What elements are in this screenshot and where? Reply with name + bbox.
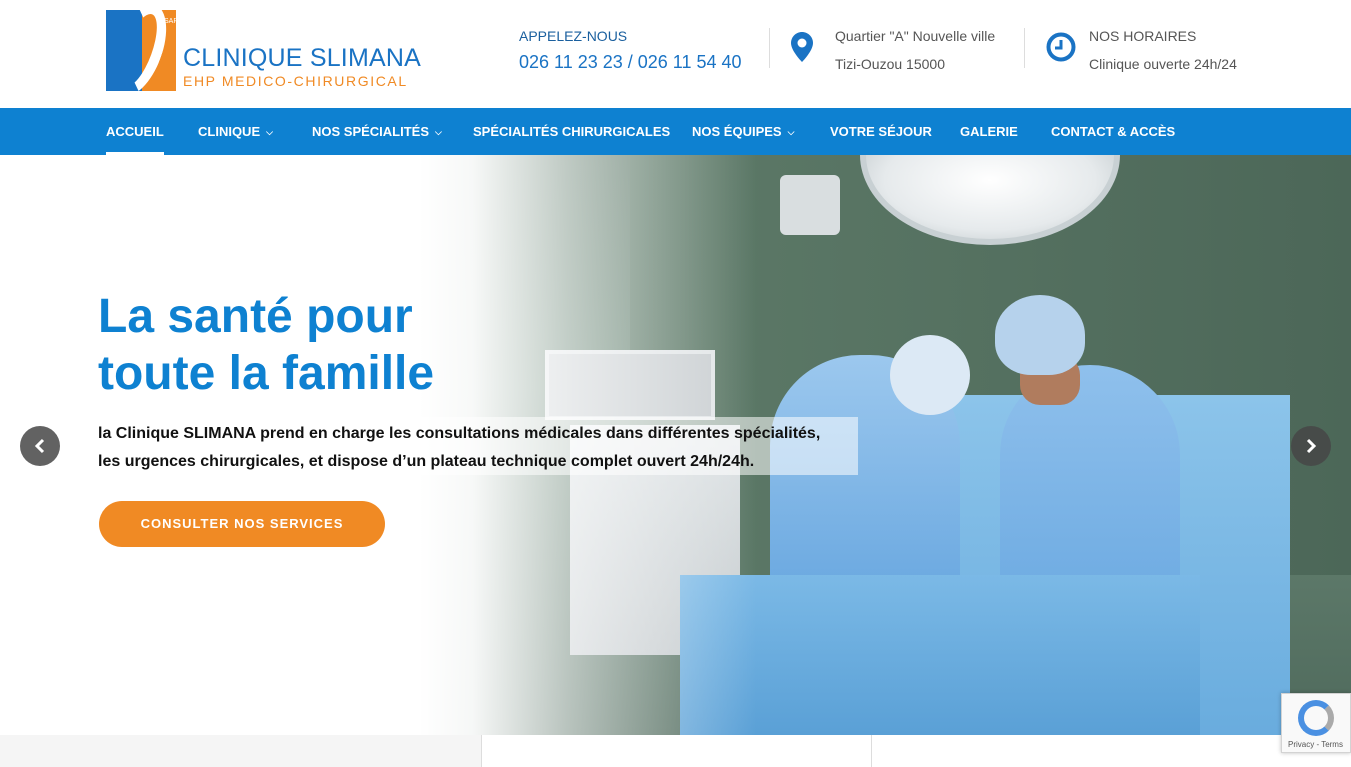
main-nav: ACCUEIL CLINIQUE ⌵ NOS SPÉCIALITÉS ⌵ SPÉCI… — [0, 108, 1351, 155]
header-divider — [769, 28, 770, 68]
chevron-down-icon: ⌵ — [787, 127, 795, 137]
nav-item-label: VOTRE SÉJOUR — [830, 124, 932, 139]
chevron-down-icon: ⌵ — [435, 127, 442, 137]
hero-text-line1: la Clinique SLIMANA prend en charge les … — [98, 425, 821, 442]
nav-item-label: ACCUEIL — [106, 124, 164, 139]
site-header: SARL CLINIQUE SLIMANA EHP MEDICO-CHIRURG… — [0, 0, 1351, 108]
nav-item-label: NOS SPÉCIALITÉS — [312, 124, 430, 139]
nav-item-equipes[interactable]: NOS ÉQUIPES ⌵ — [692, 108, 794, 155]
nav-item-label: GALERIE — [960, 124, 1018, 139]
site-logo[interactable]: SARL CLINIQUE SLIMANA EHP MEDICO-CHIRURG… — [106, 10, 428, 92]
nav-item-label: NOS ÉQUIPES — [692, 124, 782, 139]
nav-item-specialites-chirurgicales[interactable]: SPÉCIALITÉS CHIRURGICALES — [473, 108, 670, 155]
nav-item-label: SPÉCIALITÉS CHIRURGICALES — [473, 124, 671, 139]
chevron-right-icon — [1306, 438, 1317, 454]
nav-item-label: CLINIQUE — [198, 124, 261, 139]
recaptcha-badge[interactable]: Privacy - Terms — [1281, 693, 1351, 753]
recaptcha-links[interactable]: Privacy - Terms — [1288, 740, 1343, 749]
nav-item-specialites[interactable]: NOS SPÉCIALITÉS ⌵ — [312, 108, 442, 155]
logo-sarl: SARL — [164, 18, 182, 26]
logo-subtitle: EHP MEDICO-CHIRURGICAL — [183, 73, 408, 89]
nav-item-sejour[interactable]: VOTRE SÉJOUR — [830, 108, 932, 155]
feature-cards-strip — [0, 735, 1351, 767]
header-phone: APPELEZ-NOUS 026 11 23 23 / 026 11 54 40 — [519, 28, 742, 73]
nav-item-clinique[interactable]: CLINIQUE ⌵ — [198, 108, 273, 155]
hero-title: La santé pour toute la famille — [98, 288, 434, 402]
feature-card — [871, 735, 1351, 767]
clock-icon — [1046, 32, 1076, 62]
feature-card — [481, 735, 871, 767]
nav-item-galerie[interactable]: GALERIE — [960, 108, 1018, 155]
nav-item-contact[interactable]: CONTACT & ACCÈS — [1051, 108, 1175, 155]
header-hours: NOS HORAIRES Clinique ouverte 24h/24 — [1089, 28, 1237, 72]
address-line2: Tizi-Ouzou 15000 — [835, 56, 945, 72]
address-line1: Quartier "A" Nouvelle ville — [835, 28, 996, 44]
map-pin-icon — [791, 32, 813, 62]
hero-title-line2: toute la famille — [98, 347, 435, 400]
hero-slider: La santé pour toute la famille la Cliniq… — [0, 155, 1351, 735]
logo-title: CLINIQUE SLIMANA — [183, 44, 421, 72]
chevron-down-icon: ⌵ — [266, 127, 273, 137]
header-address: Quartier "A" Nouvelle ville Tizi-Ouzou 1… — [835, 28, 995, 72]
slider-prev-button[interactable] — [20, 426, 60, 466]
header-divider — [1024, 28, 1025, 68]
nav-item-label: CONTACT & ACCÈS — [1051, 124, 1176, 139]
nav-item-accueil[interactable]: ACCUEIL — [106, 108, 164, 155]
phone-number[interactable]: 026 11 23 23 / 026 11 54 40 — [519, 52, 742, 73]
hero-title-line1: La santé pour — [98, 290, 413, 343]
slider-next-button[interactable] — [1291, 426, 1331, 466]
phone-label: APPELEZ-NOUS — [519, 28, 628, 44]
consult-services-button[interactable]: CONSULTER NOS SERVICES — [99, 501, 385, 547]
hours-label: NOS HORAIRES — [1089, 28, 1197, 44]
hero-text-line2: les urgences chirurgicales, et dispose d… — [98, 453, 755, 470]
chevron-left-icon — [34, 438, 45, 454]
hours-value: Clinique ouverte 24h/24 — [1089, 56, 1237, 72]
recaptcha-icon — [1298, 700, 1334, 736]
hero-description: la Clinique SLIMANA prend en charge les … — [98, 420, 820, 476]
